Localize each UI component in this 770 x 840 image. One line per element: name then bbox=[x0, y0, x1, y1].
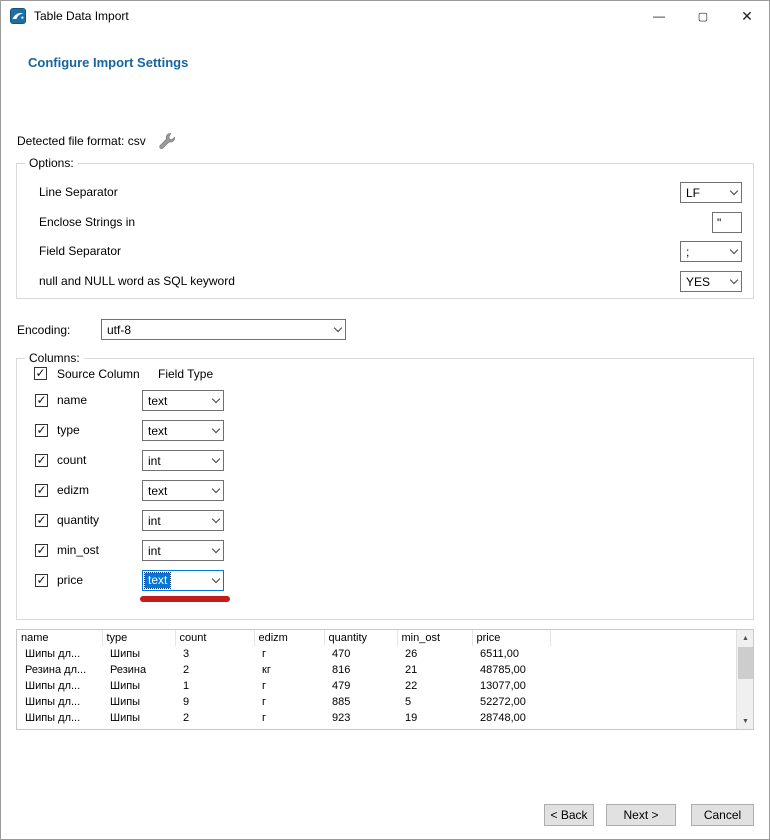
preview-header[interactable]: edizm bbox=[254, 630, 324, 646]
null-keyword-select[interactable]: YES bbox=[680, 271, 742, 292]
chevron-down-icon bbox=[208, 511, 223, 530]
preview-header[interactable]: name bbox=[17, 630, 102, 646]
enclose-strings-label: Enclose Strings in bbox=[39, 215, 135, 229]
column-label-name: name bbox=[57, 393, 87, 407]
highlight-marker bbox=[140, 596, 230, 602]
detected-file-format-label: Detected file format: csv bbox=[17, 134, 146, 148]
options-legend: Options: bbox=[25, 156, 78, 170]
column-checkbox-count[interactable]: ✓ bbox=[35, 454, 48, 467]
encoding-select[interactable]: utf-8 bbox=[101, 319, 346, 340]
column-label-type: type bbox=[57, 423, 80, 437]
preview-header-row: name type count edizm quantity min_ost p… bbox=[17, 630, 738, 646]
columns-group: Columns: ✓ Source Column Field Type ✓ na… bbox=[16, 358, 754, 620]
column-checkbox-min-ost[interactable]: ✓ bbox=[35, 544, 48, 557]
chevron-down-icon bbox=[208, 421, 223, 440]
preview-table: name type count edizm quantity min_ost p… bbox=[16, 629, 754, 730]
scroll-down-icon[interactable]: ▼ bbox=[737, 713, 754, 729]
field-type-select-price[interactable]: text bbox=[142, 570, 224, 591]
preview-header[interactable]: min_ost bbox=[397, 630, 472, 646]
encoding-label: Encoding: bbox=[17, 323, 70, 337]
detected-file-format: Detected file format: csv bbox=[17, 132, 175, 149]
preview-header-filler bbox=[550, 630, 738, 646]
cancel-button[interactable]: Cancel bbox=[691, 804, 754, 826]
column-label-quantity: quantity bbox=[57, 513, 99, 527]
chevron-down-icon bbox=[208, 391, 223, 410]
app-icon bbox=[10, 8, 26, 24]
field-type-header: Field Type bbox=[158, 367, 213, 381]
preview-header[interactable]: type bbox=[102, 630, 175, 646]
line-separator-select[interactable]: LF bbox=[680, 182, 742, 203]
field-type-select-edizm[interactable]: text bbox=[142, 480, 224, 501]
table-data-import-window: Table Data Import — ▢ ✕ Configure Import… bbox=[0, 0, 770, 840]
preview-grid: name type count edizm quantity min_ost p… bbox=[17, 630, 739, 726]
table-row[interactable]: Шипы дл...Шипы 1г 47922 13077,00 bbox=[17, 678, 738, 694]
back-button[interactable]: < Back bbox=[544, 804, 594, 826]
line-separator-label: Line Separator bbox=[39, 185, 118, 199]
table-row[interactable]: Шипы дл...Шипы 2г 92319 28748,00 bbox=[17, 710, 738, 726]
maximize-button[interactable]: ▢ bbox=[681, 1, 725, 31]
source-column-header: Source Column bbox=[57, 367, 140, 381]
column-label-edizm: edizm bbox=[57, 483, 89, 497]
window-title: Table Data Import bbox=[34, 9, 637, 23]
dialog-content: Configure Import Settings Detected file … bbox=[1, 31, 769, 839]
wrench-icon[interactable] bbox=[158, 132, 175, 149]
column-checkbox-quantity[interactable]: ✓ bbox=[35, 514, 48, 527]
column-label-price: price bbox=[57, 573, 83, 587]
vertical-scrollbar[interactable]: ▲ ▼ bbox=[736, 630, 753, 729]
column-label-count: count bbox=[57, 453, 86, 467]
field-type-select-count[interactable]: int bbox=[142, 450, 224, 471]
options-group: Options: Line Separator LF Enclose Strin… bbox=[16, 163, 754, 299]
table-row[interactable]: Шипы дл...Шипы 3г 47026 6511,00 bbox=[17, 646, 738, 662]
page-title: Configure Import Settings bbox=[28, 55, 188, 70]
preview-header[interactable]: count bbox=[175, 630, 254, 646]
close-button[interactable]: ✕ bbox=[725, 1, 769, 31]
chevron-down-icon bbox=[726, 272, 741, 291]
field-type-select-min-ost[interactable]: int bbox=[142, 540, 224, 561]
select-all-columns-checkbox[interactable]: ✓ bbox=[34, 367, 47, 380]
preview-header[interactable]: price bbox=[472, 630, 550, 646]
table-row[interactable]: Резина дл...Резина 2кг 81621 48785,00 bbox=[17, 662, 738, 678]
column-checkbox-edizm[interactable]: ✓ bbox=[35, 484, 48, 497]
column-checkbox-name[interactable]: ✓ bbox=[35, 394, 48, 407]
chevron-down-icon bbox=[726, 183, 741, 202]
titlebar: Table Data Import — ▢ ✕ bbox=[1, 1, 769, 31]
chevron-down-icon bbox=[208, 541, 223, 560]
table-row[interactable]: Шипы дл...Шипы 9г 8855 52272,00 bbox=[17, 694, 738, 710]
column-label-min-ost: min_ost bbox=[57, 543, 99, 557]
column-checkbox-price[interactable]: ✓ bbox=[35, 574, 48, 587]
window-controls: — ▢ ✕ bbox=[637, 1, 769, 31]
scrollbar-thumb[interactable] bbox=[738, 647, 753, 679]
field-type-select-name[interactable]: text bbox=[142, 390, 224, 411]
null-keyword-label: null and NULL word as SQL keyword bbox=[39, 274, 235, 288]
columns-legend: Columns: bbox=[25, 351, 84, 365]
column-checkbox-type[interactable]: ✓ bbox=[35, 424, 48, 437]
field-separator-select[interactable]: ; bbox=[680, 241, 742, 262]
field-type-select-quantity[interactable]: int bbox=[142, 510, 224, 531]
chevron-down-icon bbox=[330, 320, 345, 339]
next-button[interactable]: Next > bbox=[606, 804, 676, 826]
chevron-down-icon bbox=[208, 481, 223, 500]
preview-header[interactable]: quantity bbox=[324, 630, 397, 646]
chevron-down-icon bbox=[208, 451, 223, 470]
chevron-down-icon bbox=[726, 242, 741, 261]
scroll-up-icon[interactable]: ▲ bbox=[737, 630, 754, 646]
chevron-down-icon bbox=[208, 571, 223, 590]
enclose-strings-input[interactable] bbox=[712, 212, 742, 233]
field-separator-label: Field Separator bbox=[39, 244, 121, 258]
minimize-button[interactable]: — bbox=[637, 1, 681, 31]
field-type-select-type[interactable]: text bbox=[142, 420, 224, 441]
